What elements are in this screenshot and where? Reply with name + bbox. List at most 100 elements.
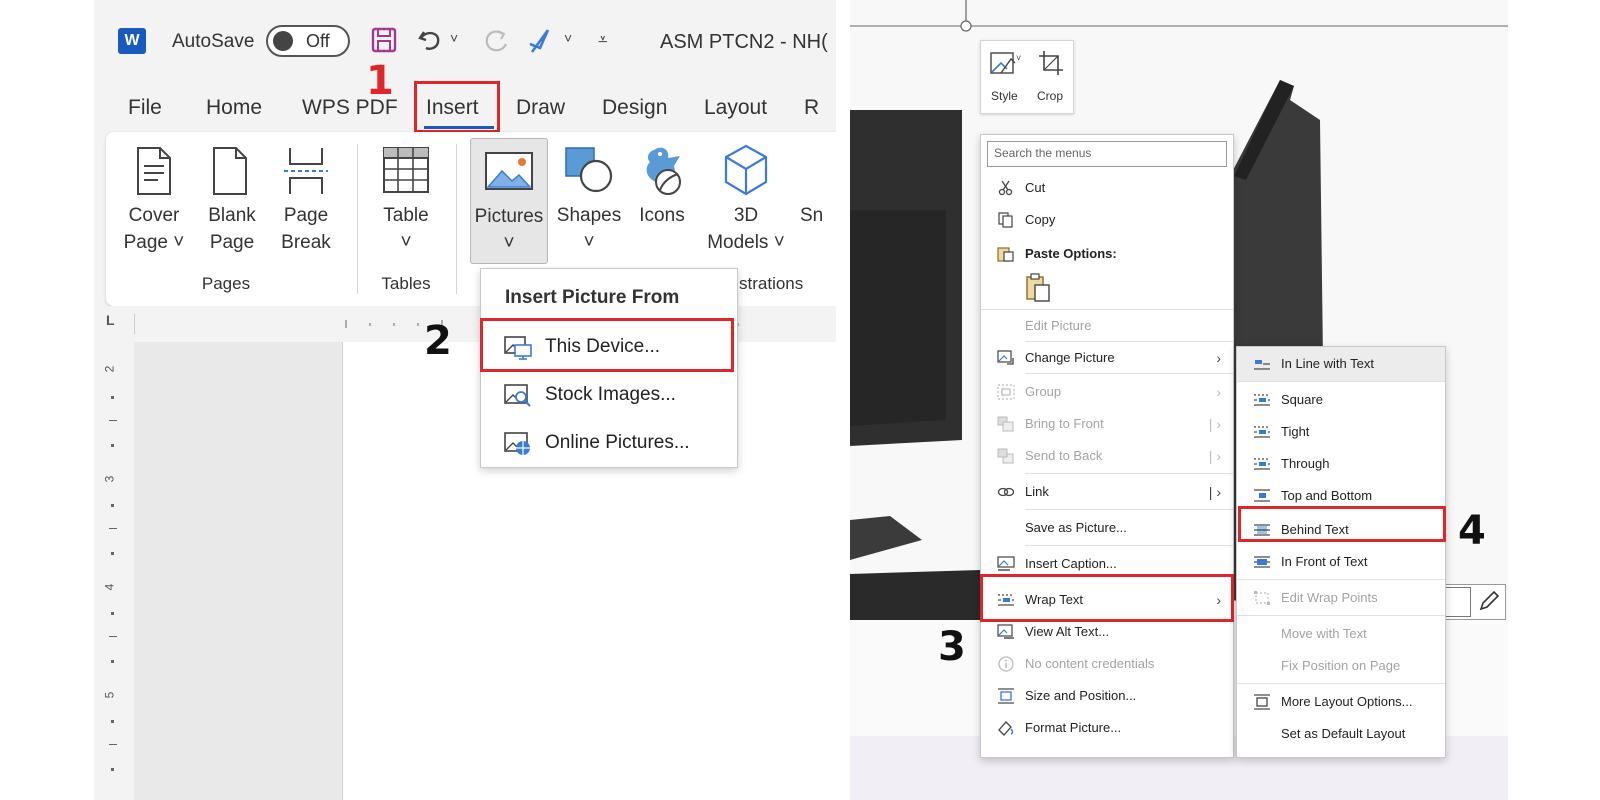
3d-models-button[interactable]: 3D Models ˅	[700, 202, 792, 256]
wrap-in-line-item[interactable]: In Line with Text	[1237, 349, 1445, 379]
send-to-back-icon	[997, 448, 1015, 464]
autosave-toggle[interactable]: Off	[266, 25, 350, 57]
wrap-set-default-item[interactable]: Set as Default Layout	[1237, 719, 1445, 749]
menu-item-size-and-position[interactable]: Size and Position...	[981, 681, 1233, 711]
undo-icon[interactable]	[416, 26, 446, 54]
group-label-tables: Tables	[381, 274, 431, 293]
ruler-tick	[109, 636, 117, 637]
tab-home[interactable]: Home	[206, 96, 262, 120]
ruler-tick	[109, 528, 117, 529]
square-wrap-icon	[1253, 392, 1271, 408]
tab-stop-marker[interactable]: L	[106, 312, 115, 328]
edit-wrap-points-icon	[1253, 590, 1271, 606]
menu-item-copy[interactable]: Copy	[981, 205, 1233, 235]
format-picture-icon	[997, 720, 1015, 736]
online-pictures-item[interactable]: Online Pictures...	[481, 419, 737, 467]
square-label: Square	[1281, 392, 1323, 407]
through-label: Through	[1281, 456, 1330, 471]
tab-design[interactable]: Design	[602, 96, 667, 120]
page-break-button[interactable]: Page Break	[268, 202, 344, 256]
page-break-label-2: Break	[281, 232, 331, 253]
blank-page-button[interactable]: Blank Page	[192, 202, 272, 256]
save-icon[interactable]	[370, 26, 398, 54]
smartart-button-partial[interactable]: Sn	[800, 202, 836, 229]
icons-button[interactable]: Icons	[626, 202, 698, 229]
tab-partial-r[interactable]: R	[804, 96, 819, 120]
wrap-tight-item[interactable]: Tight	[1237, 417, 1445, 447]
edit-wrap-points-label: Edit Wrap Points	[1281, 590, 1378, 605]
picture-context-menu: Search the menus Cut Copy Paste Options:…	[980, 134, 1234, 758]
shapes-label: Shapes	[556, 205, 622, 226]
ruler-tick	[109, 744, 117, 745]
online-pictures-label: Online Pictures...	[545, 432, 690, 453]
menu-item-format-picture[interactable]: Format Picture...	[981, 713, 1233, 743]
menu-item-link[interactable]: Link | ›	[981, 477, 1233, 507]
format-picture-label: Format Picture...	[1025, 720, 1122, 735]
wrap-square-item[interactable]: Square	[1237, 385, 1445, 415]
in-front-icon	[1253, 554, 1271, 570]
customize-toolbar-icon[interactable]: ⩡	[598, 30, 608, 50]
tab-layout[interactable]: Layout	[704, 96, 767, 120]
change-picture-label: Change Picture	[1025, 350, 1115, 365]
menu-item-edit-picture: Edit Picture	[981, 311, 1233, 341]
crop-icon[interactable]	[1037, 49, 1065, 77]
send-to-back-label: Send to Back	[1025, 448, 1103, 463]
search-menus-input[interactable]: Search the menus	[987, 141, 1227, 167]
smartart-label-partial: Sn	[800, 205, 824, 226]
tab-draw[interactable]: Draw	[516, 96, 565, 120]
blank-page-label-2: Page	[209, 232, 255, 253]
wrap-text-highlight	[980, 574, 1234, 622]
page-break-label-1: Page	[283, 205, 329, 226]
menu-item-cut[interactable]: Cut	[981, 173, 1233, 203]
wrap-more-layout-item[interactable]: More Layout Options...	[1237, 687, 1445, 717]
link-label: Link	[1025, 484, 1049, 499]
behind-text-highlight	[1238, 506, 1446, 542]
draw-toolbar-partial[interactable]	[1438, 584, 1506, 620]
table-button[interactable]: Table ˅	[368, 202, 444, 256]
save-as-picture-label: Save as Picture...	[1025, 520, 1127, 535]
paste-picture-icon[interactable]	[1025, 273, 1051, 303]
autosave-label: AutoSave	[172, 31, 255, 52]
stock-images-item[interactable]: Stock Images...	[481, 371, 737, 419]
cover-page-button[interactable]: Cover Page ˅	[106, 202, 202, 256]
draw-dropdown-icon[interactable]: ˅	[564, 30, 572, 46]
3d-models-label-2: Models ˅	[707, 232, 785, 253]
stock-images-icon	[503, 383, 533, 409]
draw-pen-icon[interactable]	[526, 26, 554, 56]
cover-page-icon	[134, 146, 174, 196]
menu-separator	[1025, 509, 1233, 510]
ruler-number: 2	[102, 365, 117, 373]
pictures-label: Pictures	[474, 206, 544, 227]
step-number-4: 4	[1458, 508, 1486, 554]
ruler-dot	[111, 660, 114, 663]
menu-item-change-picture[interactable]: Change Picture ›	[981, 343, 1233, 373]
3d-models-label-1: 3D	[733, 205, 759, 226]
fix-position-label: Fix Position on Page	[1281, 658, 1401, 673]
menu-item-send-to-back: Send to Back | ›	[981, 441, 1233, 471]
submenu-arrow-icon: ›	[1216, 350, 1221, 366]
wrap-through-item[interactable]: Through	[1237, 449, 1445, 479]
menu-item-paste-options: Paste Options:	[981, 239, 1233, 269]
menu-item-save-as-picture[interactable]: Save as Picture...	[981, 513, 1233, 543]
group-icon	[997, 384, 1015, 400]
menu-separator	[981, 309, 1233, 310]
bring-to-front-icon	[997, 416, 1015, 432]
icons-label: Icons	[639, 205, 685, 226]
copy-label: Copy	[1025, 212, 1056, 227]
menu-separator	[1237, 615, 1445, 616]
pictures-icon	[484, 151, 534, 191]
pen-icon[interactable]	[1477, 589, 1501, 613]
ruler-dot	[111, 768, 114, 771]
menu-separator	[1025, 341, 1233, 342]
document-title: ASM PTCN2 - NH(	[660, 31, 828, 53]
change-picture-icon	[997, 350, 1015, 366]
wrap-text-submenu: In Line with Text Square Tight Through T…	[1236, 346, 1446, 758]
move-with-text-label: Move with Text	[1281, 626, 1367, 641]
pictures-button[interactable]: Pictures ˅	[470, 138, 548, 264]
undo-dropdown-icon[interactable]: ˅	[450, 30, 458, 46]
wrap-in-front-item[interactable]: In Front of Text	[1237, 547, 1445, 577]
tab-file[interactable]: File	[128, 96, 162, 120]
group-separator	[456, 144, 457, 294]
style-icon[interactable]: ˅	[989, 51, 1023, 77]
shapes-button[interactable]: Shapes ˅	[552, 202, 626, 256]
